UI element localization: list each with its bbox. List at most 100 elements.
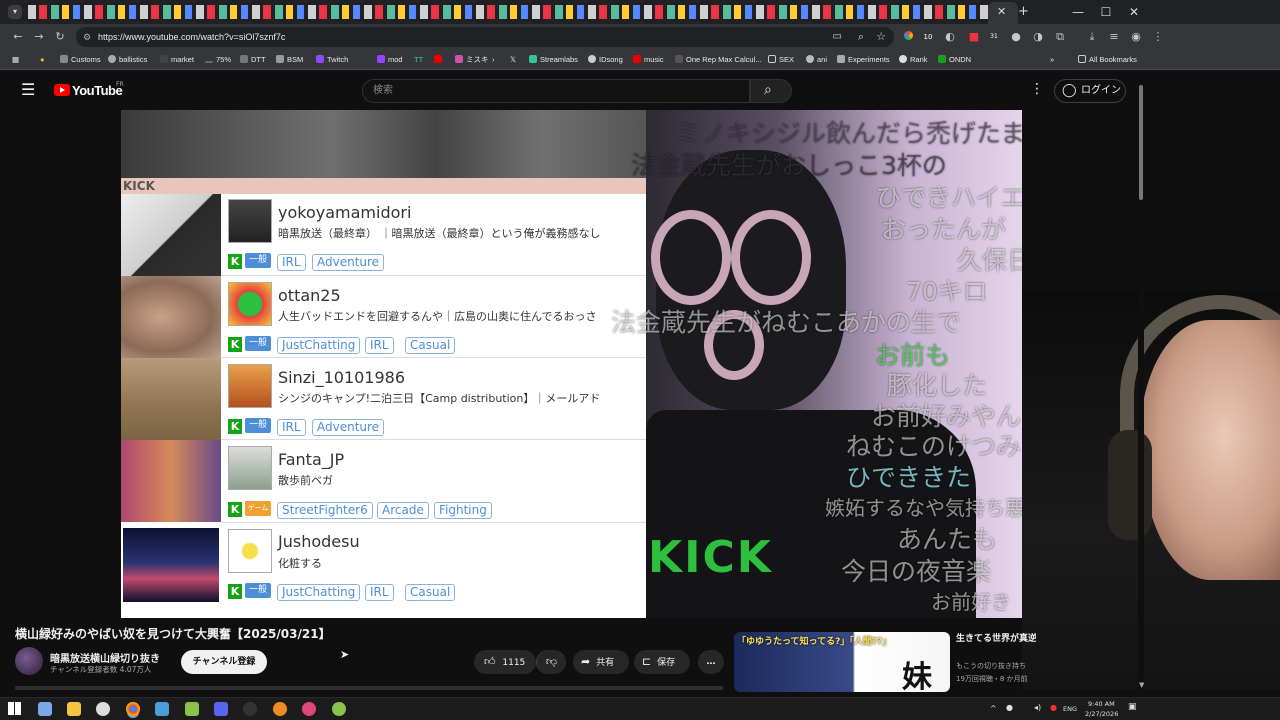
extension-globe-icon[interactable]: ●: [1008, 29, 1024, 45]
bookmark-experiments[interactable]: Experiments: [837, 54, 890, 66]
taskbar-app-icon[interactable]: [185, 702, 199, 716]
bookmark-streamlabs[interactable]: Streamlabs: [529, 54, 578, 66]
bookmark-ondn[interactable]: ONDN: [938, 54, 971, 66]
extension-notif-badge[interactable]: 31: [986, 29, 1002, 45]
chrome-taskbar-icon[interactable]: [126, 702, 140, 716]
channel-avatar[interactable]: [15, 647, 43, 675]
video-player[interactable]: KICK yokoyamamidori 暗黒放送（最終章） ｜暗黒放送（最終章）…: [121, 110, 1022, 618]
scrollbar-thumb[interactable]: [1139, 85, 1143, 200]
obs-icon[interactable]: [243, 702, 257, 716]
close-tab-icon[interactable]: ✕: [997, 5, 1006, 18]
bookmark-mod[interactable]: mod: [377, 54, 403, 66]
stream-tag[interactable]: Casual: [405, 337, 456, 354]
stream-tag[interactable]: Adventure: [312, 254, 385, 271]
input-language[interactable]: ENG: [1063, 705, 1077, 713]
stream-tag[interactable]: StreetFighter6: [277, 502, 373, 519]
clock-date[interactable]: 2/27/2026: [1085, 710, 1118, 718]
pinned-tab-icons[interactable]: [28, 5, 988, 19]
taskbar-app-icon[interactable]: [96, 702, 110, 716]
tray-mic-icon[interactable]: ●: [1006, 703, 1013, 712]
download-icon[interactable]: ⤓: [1084, 29, 1100, 45]
tab-search-button[interactable]: ▾: [8, 5, 22, 19]
bookmark-sex[interactable]: SEX: [768, 54, 794, 66]
tray-chevron-icon[interactable]: ^: [990, 704, 997, 713]
new-tab-button[interactable]: +: [1018, 4, 1029, 19]
reload-icon[interactable]: ↻: [52, 29, 68, 45]
bookmark-idsong[interactable]: IDsong: [588, 54, 623, 66]
bookmark-star-icon[interactable]: ☆: [876, 27, 886, 47]
extension-half-icon[interactable]: ◑: [1030, 29, 1046, 45]
address-bar[interactable]: ⚙ https://www.youtube.com/watch?v=siOl7s…: [76, 27, 894, 47]
subscribe-button[interactable]: チャンネル登録: [181, 650, 267, 674]
start-windows-icon[interactable]: [8, 702, 21, 715]
share-button[interactable]: ➦ 共有: [573, 650, 629, 674]
taskbar-app-icon[interactable]: [38, 702, 52, 716]
settings-kebab-icon[interactable]: ⋮: [1030, 81, 1044, 97]
tray-record-icon[interactable]: ●: [1050, 703, 1057, 712]
dislike-button[interactable]: 👎︎: [536, 650, 566, 674]
extension-color-icon[interactable]: [900, 29, 916, 45]
file-explorer-icon[interactable]: [67, 702, 81, 716]
bookmark-ani[interactable]: ani: [806, 54, 827, 66]
stream-tag[interactable]: JustChatting: [277, 337, 361, 354]
taskbar-app-icon[interactable]: [155, 702, 169, 716]
stream-tag[interactable]: IRL: [277, 254, 306, 271]
bookmark-youtube-icon[interactable]: [434, 54, 445, 66]
chrome-menu-icon[interactable]: ⋮: [1150, 29, 1166, 45]
zoom-icon[interactable]: ⌕: [858, 27, 864, 47]
forward-icon[interactable]: →: [31, 29, 47, 45]
profile-icon[interactable]: ◉: [1128, 29, 1144, 45]
taskbar-app-icon[interactable]: [332, 702, 346, 716]
maximize-button[interactable]: ☐: [1092, 4, 1120, 20]
search-button[interactable]: ⌕: [750, 79, 792, 103]
taskbar-app-icon[interactable]: [273, 702, 287, 716]
tray-volume-icon[interactable]: ◂): [1034, 703, 1041, 712]
extensions-puzzle-icon[interactable]: ⧉: [1052, 29, 1068, 45]
bookmark-twitch[interactable]: Twitch: [316, 54, 348, 66]
stream-tag[interactable]: Arcade: [377, 502, 429, 519]
search-input[interactable]: 検索: [362, 79, 750, 103]
progress-bar[interactable]: [15, 686, 723, 690]
back-icon[interactable]: ←: [10, 29, 26, 45]
bookmark-bsm[interactable]: BSM: [276, 54, 303, 66]
taskbar-app-icon[interactable]: [302, 702, 316, 716]
stream-tag[interactable]: Adventure: [312, 419, 385, 436]
bookmark-ballistics[interactable]: ballistics: [108, 54, 147, 66]
site-info-icon[interactable]: ⚙: [83, 27, 91, 47]
apps-grid-icon[interactable]: ▦: [12, 54, 19, 66]
clock-time[interactable]: 9:40 AM: [1088, 700, 1115, 708]
hamburger-menu-icon[interactable]: ☰: [21, 80, 35, 99]
bookmark-dtt[interactable]: DTT: [240, 54, 266, 66]
media-controls-icon[interactable]: ≡: [1106, 29, 1122, 45]
save-button[interactable]: ⊏ 保存: [634, 650, 690, 674]
more-actions-button[interactable]: …: [698, 650, 724, 674]
bookmark-market[interactable]: market: [160, 54, 194, 66]
cast-icon[interactable]: ▭: [833, 27, 842, 47]
all-bookmarks-folder[interactable]: All Bookmarks: [1078, 54, 1137, 66]
recommended-thumbnail[interactable]: 「ゆゆうたって知ってる?」「人間??」 妹: [734, 632, 950, 692]
like-button[interactable]: 👍︎ 1115: [474, 650, 536, 674]
scroll-down-arrow[interactable]: ▼: [1139, 681, 1144, 689]
extension-counter-badge[interactable]: 10: [920, 29, 936, 45]
extension-red-icon[interactable]: ■: [966, 29, 982, 45]
bookmarks-overflow-icon[interactable]: »: [1050, 54, 1054, 66]
recommended-title[interactable]: 生きてる世界が真逆 妹の雑談配信ダイジ: [956, 633, 1036, 645]
stream-tag[interactable]: IRL: [365, 584, 394, 601]
stream-tag[interactable]: IRL: [277, 419, 306, 436]
bookmark-customs[interactable]: Customs: [60, 54, 101, 66]
bookmark-x-icon[interactable]: 𝕏: [510, 54, 516, 66]
extension-moon-icon[interactable]: ◐: [942, 29, 958, 45]
login-button[interactable]: ◯ ログイン: [1054, 79, 1126, 103]
stream-tag[interactable]: Fighting: [434, 502, 492, 519]
stream-tag[interactable]: Casual: [405, 584, 456, 601]
bookmark-75[interactable]: 75%: [205, 54, 231, 66]
bookmark-rank[interactable]: Rank: [899, 54, 928, 66]
youtube-logo-icon[interactable]: [54, 84, 70, 96]
notifications-icon[interactable]: ▣: [1128, 702, 1137, 712]
bookmark-one-rep-max[interactable]: One Rep Max Calcul...: [675, 54, 761, 66]
bookmark-music[interactable]: music: [633, 54, 664, 66]
bookmark-misuki[interactable]: ミスキ: [455, 54, 489, 66]
bookmark-arrow-icon[interactable]: ›: [492, 54, 495, 66]
close-window-button[interactable]: ✕: [1120, 4, 1148, 20]
bookmark-tt-icon[interactable]: TT: [414, 54, 423, 66]
